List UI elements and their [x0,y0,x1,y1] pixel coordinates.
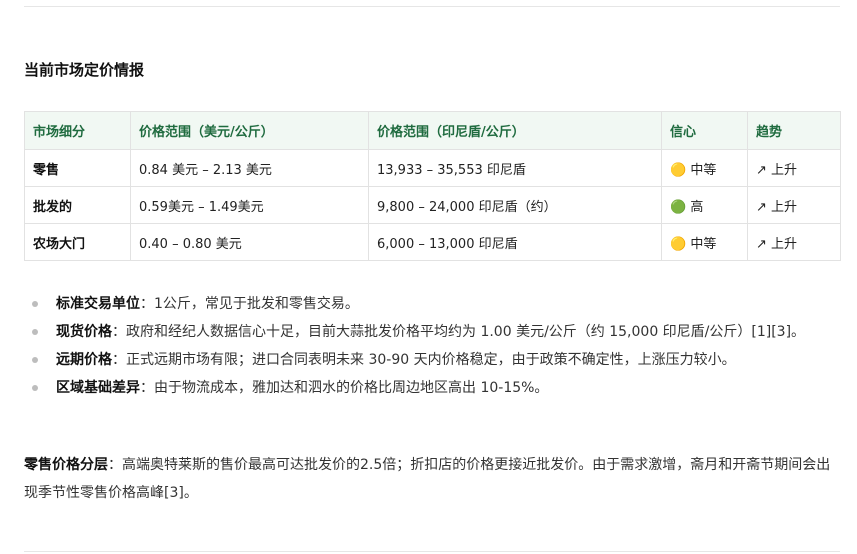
cell-trend: ↗ 上升 [747,223,841,261]
paragraph-label: 零售价格分层 [24,457,108,473]
cell-price-idr: 9,800 – 24,000 印尼盾（约） [368,186,662,224]
cell-price-usd: 0.40 – 0.80 美元 [130,223,369,261]
header-confidence: 信心 [661,111,748,150]
cell-trend: ↗ 上升 [747,186,841,224]
list-item-label: 标准交易单位 [56,296,140,312]
cell-price-usd: 0.84 美元 – 2.13 美元 [130,149,369,187]
bottom-divider [24,551,840,552]
top-divider [24,6,840,7]
cell-confidence: 🟡 中等 [661,223,748,261]
cell-segment: 零售 [24,149,131,187]
header-price-usd: 价格范围（美元/公斤） [130,111,369,150]
list-item-text: ：由于物流成本，雅加达和泗水的价格比周边地区高出 10-15%。 [140,380,549,396]
list-item: 现货价格：政府和经纪人数据信心十足，目前大蒜批发价格平均约为 1.00 美元/公… [24,318,844,346]
cell-segment: 农场大门 [24,223,131,261]
list-item-text: ：1公斤，常见于批发和零售交易。 [140,296,359,312]
retail-tier-paragraph: 零售价格分层：高端奥特莱斯的售价最高可达批发价的2.5倍；折扣店的价格更接近批发… [24,451,840,507]
paragraph-text: ：高端奥特莱斯的售价最高可达批发价的2.5倍；折扣店的价格更接近批发价。由于需求… [24,457,831,501]
cell-trend: ↗ 上升 [747,149,841,187]
cell-price-idr: 13,933 – 35,553 印尼盾 [368,149,662,187]
table-row: 零售 0.84 美元 – 2.13 美元 13,933 – 35,553 印尼盾… [24,149,841,187]
header-price-idr: 价格范围（印尼盾/公斤） [368,111,662,150]
list-item: 区域基础差异：由于物流成本，雅加达和泗水的价格比周边地区高出 10-15%。 [24,374,844,402]
cell-price-usd: 0.59美元 – 1.49美元 [130,186,369,224]
header-trend: 趋势 [747,111,841,150]
cell-confidence: 🟡 中等 [661,149,748,187]
cell-price-idr: 6,000 – 13,000 印尼盾 [368,223,662,261]
section-title: 当前市场定价情报 [24,61,145,79]
pricing-table: 市场细分 价格范围（美元/公斤） 价格范围（印尼盾/公斤） 信心 趋势 零售 0… [24,111,841,261]
header-segment: 市场细分 [24,111,131,150]
list-item: 标准交易单位：1公斤，常见于批发和零售交易。 [24,290,844,318]
table-row: 批发的 0.59美元 – 1.49美元 9,800 – 24,000 印尼盾（约… [24,186,841,224]
list-item-text: ：正式远期市场有限；进口合同表明未来 30-90 天内价格稳定，由于政策不确定性… [112,352,736,368]
list-item-label: 远期价格 [56,352,112,368]
list-item: 远期价格：正式远期市场有限；进口合同表明未来 30-90 天内价格稳定，由于政策… [24,346,844,374]
key-points-list: 标准交易单位：1公斤，常见于批发和零售交易。 现货价格：政府和经纪人数据信心十足… [24,290,844,402]
cell-confidence: 🟢 高 [661,186,748,224]
list-item-text: ：政府和经纪人数据信心十足，目前大蒜批发价格平均约为 1.00 美元/公斤（约 … [112,324,806,340]
table-row: 农场大门 0.40 – 0.80 美元 6,000 – 13,000 印尼盾 🟡… [24,223,841,261]
table-header-row: 市场细分 价格范围（美元/公斤） 价格范围（印尼盾/公斤） 信心 趋势 [24,111,841,150]
list-item-label: 现货价格 [56,324,112,340]
list-item-label: 区域基础差异 [56,380,140,396]
cell-segment: 批发的 [24,186,131,224]
